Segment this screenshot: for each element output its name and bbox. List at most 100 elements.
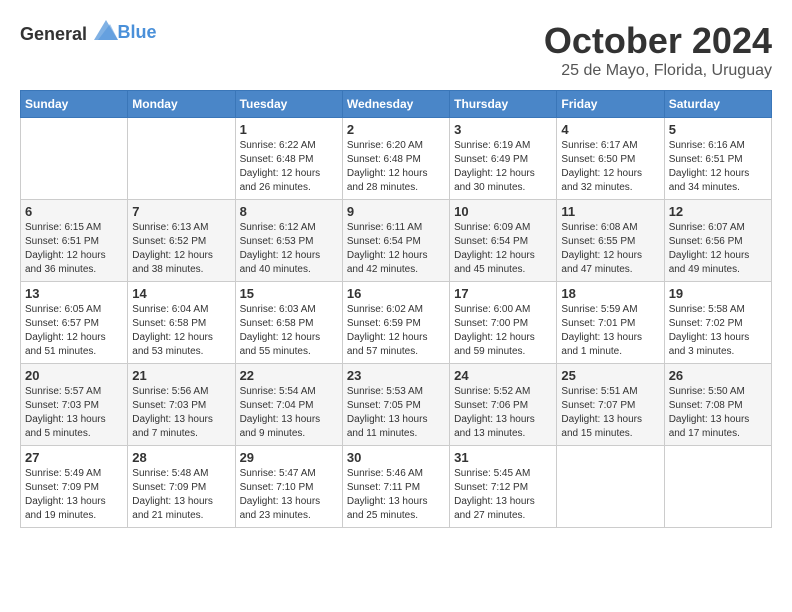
day-info: Sunrise: 6:19 AMSunset: 6:49 PMDaylight:…	[454, 139, 552, 195]
calendar-cell: 28Sunrise: 5:48 AMSunset: 7:09 PMDayligh…	[128, 446, 235, 528]
day-number: 3	[454, 122, 552, 137]
day-number: 31	[454, 450, 552, 465]
calendar-cell: 6Sunrise: 6:15 AMSunset: 6:51 PMDaylight…	[21, 200, 128, 282]
day-header-sunday: Sunday	[21, 91, 128, 118]
logo-general: General	[20, 24, 87, 44]
calendar-cell: 23 Sunrise: 5:53 AMSunset: 7:05 PMDayligh…	[342, 364, 449, 446]
calendar-cell	[128, 118, 235, 200]
month-title: October 2024	[544, 20, 772, 62]
day-number: 6	[25, 204, 123, 219]
day-number: 9	[347, 204, 445, 219]
day-info: Sunrise: 6:20 AMSunset: 6:48 PMDaylight:…	[347, 139, 445, 195]
calendar-cell: 30 Sunrise: 5:46 AMSunset: 7:11 PMDayligh…	[342, 446, 449, 528]
day-info: Sunrise: 6:05 AMSunset: 6:57 PMDaylight:…	[25, 303, 123, 359]
calendar-cell: 27 Sunrise: 5:49 AMSunset: 7:09 PMDayligh…	[21, 446, 128, 528]
day-info: Sunrise: 5:54 AMSunset: 7:04 PMDaylight:…	[240, 385, 338, 441]
logo-blue: Blue	[118, 22, 157, 42]
calendar-cell: 12Sunrise: 6:07 AMSunset: 6:56 PMDayligh…	[664, 200, 771, 282]
day-info: Sunrise: 5:48 AMSunset: 7:09 PMDaylight:…	[132, 467, 230, 523]
day-number: 7	[132, 204, 230, 219]
day-number: 15	[240, 286, 338, 301]
calendar-cell: 24Sunrise: 5:52 AMSunset: 7:06 PMDayligh…	[450, 364, 557, 446]
day-number: 16	[347, 286, 445, 301]
day-number: 25	[561, 368, 659, 383]
day-number: 17	[454, 286, 552, 301]
day-header-tuesday: Tuesday	[235, 91, 342, 118]
day-number: 4	[561, 122, 659, 137]
day-info: Sunrise: 6:00 AMSunset: 7:00 PMDaylight:…	[454, 303, 552, 359]
day-info: Sunrise: 5:45 AMSunset: 7:12 PMDaylight:…	[454, 467, 552, 523]
calendar-cell: 10 Sunrise: 6:09 AMSunset: 6:54 PMDayligh…	[450, 200, 557, 282]
calendar-cell: 21 Sunrise: 5:56 AMSunset: 7:03 PMDayligh…	[128, 364, 235, 446]
calendar-cell: 7Sunrise: 6:13 AMSunset: 6:52 PMDaylight…	[128, 200, 235, 282]
calendar-cell: 9 Sunrise: 6:11 AMSunset: 6:54 PMDaylight…	[342, 200, 449, 282]
day-info: Sunrise: 5:47 AMSunset: 7:10 PMDaylight:…	[240, 467, 338, 523]
calendar-cell: 15 Sunrise: 6:03 AMSunset: 6:58 PMDayligh…	[235, 282, 342, 364]
subtitle: 25 de Mayo, Florida, Uruguay	[544, 62, 772, 80]
day-number: 18	[561, 286, 659, 301]
calendar-cell: 11 Sunrise: 6:08 AMSunset: 6:55 PMDayligh…	[557, 200, 664, 282]
day-info: Sunrise: 6:09 AMSunset: 6:54 PMDaylight:…	[454, 221, 552, 277]
day-number: 19	[669, 286, 767, 301]
day-number: 12	[669, 204, 767, 219]
day-info: Sunrise: 5:50 AMSunset: 7:08 PMDaylight:…	[669, 385, 767, 441]
day-number: 27	[25, 450, 123, 465]
calendar-cell	[664, 446, 771, 528]
day-info: Sunrise: 6:16 AMSunset: 6:51 PMDaylight:…	[669, 139, 767, 195]
calendar-cell: 3 Sunrise: 6:19 AMSunset: 6:49 PMDaylight…	[450, 118, 557, 200]
calendar-cell: 13 Sunrise: 6:05 AMSunset: 6:57 PMDayligh…	[21, 282, 128, 364]
logo: General Blue	[20, 20, 157, 45]
day-number: 5	[669, 122, 767, 137]
day-number: 1	[240, 122, 338, 137]
day-number: 22	[240, 368, 338, 383]
day-header-friday: Friday	[557, 91, 664, 118]
title-area: October 2024 25 de Mayo, Florida, Urugua…	[544, 20, 772, 80]
calendar-cell: 26 Sunrise: 5:50 AMSunset: 7:08 PMDayligh…	[664, 364, 771, 446]
calendar-cell: 16 Sunrise: 6:02 AMSunset: 6:59 PMDayligh…	[342, 282, 449, 364]
day-number: 23	[347, 368, 445, 383]
calendar-cell: 29 Sunrise: 5:47 AMSunset: 7:10 PMDayligh…	[235, 446, 342, 528]
day-header-saturday: Saturday	[664, 91, 771, 118]
day-info: Sunrise: 6:12 AMSunset: 6:53 PMDaylight:…	[240, 221, 338, 277]
calendar-cell: 18 Sunrise: 5:59 AMSunset: 7:01 PMDayligh…	[557, 282, 664, 364]
calendar-cell: 4 Sunrise: 6:17 AMSunset: 6:50 PMDaylight…	[557, 118, 664, 200]
day-info: Sunrise: 5:46 AMSunset: 7:11 PMDaylight:…	[347, 467, 445, 523]
day-number: 20	[25, 368, 123, 383]
calendar-cell: 5 Sunrise: 6:16 AMSunset: 6:51 PMDaylight…	[664, 118, 771, 200]
day-number: 2	[347, 122, 445, 137]
calendar-table: SundayMondayTuesdayWednesdayThursdayFrid…	[20, 90, 772, 528]
day-number: 21	[132, 368, 230, 383]
day-number: 10	[454, 204, 552, 219]
day-info: Sunrise: 5:58 AMSunset: 7:02 PMDaylight:…	[669, 303, 767, 359]
day-info: Sunrise: 5:51 AMSunset: 7:07 PMDaylight:…	[561, 385, 659, 441]
day-info: Sunrise: 6:17 AMSunset: 6:50 PMDaylight:…	[561, 139, 659, 195]
day-info: Sunrise: 6:08 AMSunset: 6:55 PMDaylight:…	[561, 221, 659, 277]
day-info: Sunrise: 6:03 AMSunset: 6:58 PMDaylight:…	[240, 303, 338, 359]
calendar-cell: 25 Sunrise: 5:51 AMSunset: 7:07 PMDayligh…	[557, 364, 664, 446]
day-number: 13	[25, 286, 123, 301]
calendar-cell: 19 Sunrise: 5:58 AMSunset: 7:02 PMDayligh…	[664, 282, 771, 364]
day-number: 26	[669, 368, 767, 383]
calendar-cell: 17 Sunrise: 6:00 AMSunset: 7:00 PMDayligh…	[450, 282, 557, 364]
calendar-cell: 2 Sunrise: 6:20 AMSunset: 6:48 PMDaylight…	[342, 118, 449, 200]
day-info: Sunrise: 5:49 AMSunset: 7:09 PMDaylight:…	[25, 467, 123, 523]
calendar-cell: 20Sunrise: 5:57 AMSunset: 7:03 PMDayligh…	[21, 364, 128, 446]
header-area: General Blue October 2024 25 de Mayo, Fl…	[20, 20, 772, 80]
day-number: 29	[240, 450, 338, 465]
day-info: Sunrise: 5:52 AMSunset: 7:06 PMDaylight:…	[454, 385, 552, 441]
day-number: 11	[561, 204, 659, 219]
day-info: Sunrise: 5:59 AMSunset: 7:01 PMDaylight:…	[561, 303, 659, 359]
day-info: Sunrise: 6:22 AMSunset: 6:48 PMDaylight:…	[240, 139, 338, 195]
logo-icon	[94, 20, 118, 40]
day-info: Sunrise: 6:11 AMSunset: 6:54 PMDaylight:…	[347, 221, 445, 277]
calendar-cell: 1 Sunrise: 6:22 AMSunset: 6:48 PMDaylight…	[235, 118, 342, 200]
day-header-monday: Monday	[128, 91, 235, 118]
calendar-cell: 8Sunrise: 6:12 AMSunset: 6:53 PMDaylight…	[235, 200, 342, 282]
day-info: Sunrise: 6:02 AMSunset: 6:59 PMDaylight:…	[347, 303, 445, 359]
day-number: 30	[347, 450, 445, 465]
day-info: Sunrise: 5:53 AMSunset: 7:05 PMDaylight:…	[347, 385, 445, 441]
day-info: Sunrise: 5:56 AMSunset: 7:03 PMDaylight:…	[132, 385, 230, 441]
calendar-cell	[21, 118, 128, 200]
day-header-wednesday: Wednesday	[342, 91, 449, 118]
day-number: 14	[132, 286, 230, 301]
